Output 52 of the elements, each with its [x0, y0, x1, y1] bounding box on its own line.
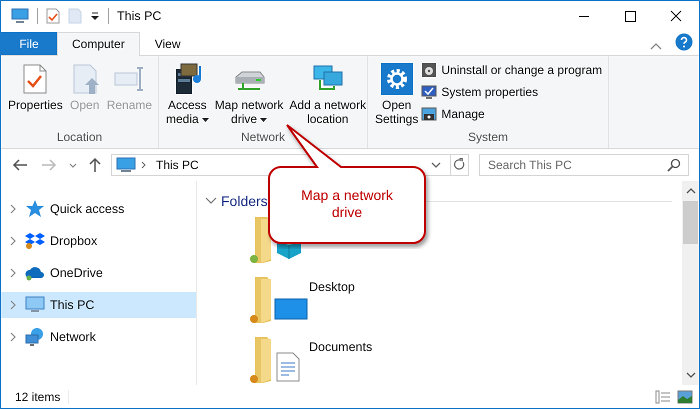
nav-item[interactable]: OneDrive	[1, 260, 196, 286]
collapse-icon[interactable]	[205, 196, 217, 206]
scrollbar-thumb[interactable]	[683, 201, 698, 244]
dropdown-caret-icon	[260, 118, 268, 122]
refresh-button[interactable]	[451, 154, 469, 176]
checklist-icon[interactable]	[46, 8, 60, 24]
file-menu-tab[interactable]: File	[1, 32, 57, 55]
dropbox-icon	[25, 231, 45, 251]
computer-icon[interactable]	[11, 8, 29, 24]
nav-item[interactable]: Network	[1, 324, 196, 350]
nav-item[interactable]: Quick access	[1, 196, 196, 222]
section-title[interactable]: Folders	[221, 193, 268, 209]
folder-name[interactable]: Documents	[309, 340, 372, 354]
ribbon-button[interactable]: System properties	[421, 84, 602, 100]
ribbon-button[interactable]: Open Settings	[372, 61, 422, 128]
monitor-check-icon	[421, 84, 438, 100]
computer-icon	[116, 157, 136, 173]
help-icon[interactable]	[675, 33, 693, 51]
details-view-icon[interactable]	[655, 390, 671, 404]
ribbon-button[interactable]: Manage	[421, 106, 602, 122]
chevron-icon	[140, 160, 148, 170]
disc-drive-icon	[421, 62, 438, 78]
large-icons-view-icon[interactable]	[677, 390, 693, 404]
group-label: Location	[56, 129, 104, 146]
item-count: 12 items	[15, 390, 70, 404]
window-title: This PC	[117, 9, 162, 23]
nav-item[interactable]: Dropbox	[1, 228, 196, 254]
search-icon	[667, 158, 681, 172]
address-path: This PC	[156, 158, 199, 172]
callout-text: Map a network drive	[300, 187, 394, 221]
nav-item[interactable]: This PC	[1, 292, 196, 318]
dropdown-icon	[430, 160, 442, 170]
dropdown-caret-icon	[202, 118, 209, 122]
ribbon-button[interactable]: Map network drive	[212, 61, 286, 128]
star-icon	[25, 199, 45, 219]
dropdown-icon[interactable]	[90, 11, 100, 21]
group-label: System	[466, 129, 509, 146]
network-globe-icon	[25, 327, 45, 347]
scrollbar[interactable]	[682, 181, 699, 385]
search-field[interactable]: Search This PC	[479, 154, 689, 176]
ribbon-button[interactable]: Uninstall or change a program	[421, 62, 602, 78]
ribbon-button[interactable]: Access media	[163, 61, 212, 128]
ribbon-tab[interactable]: View	[140, 32, 196, 55]
computer-icon	[25, 295, 45, 315]
group-label: Network	[240, 129, 286, 146]
manage-icon	[421, 106, 438, 122]
ribbon-tab[interactable]: Computer	[57, 32, 140, 56]
collapse-ribbon-icon[interactable]	[649, 41, 663, 51]
ribbon-button[interactable]: Properties	[5, 61, 66, 128]
ribbon-button[interactable]: Add a network location	[286, 61, 370, 128]
settings-gear-icon	[380, 63, 413, 95]
folder-name[interactable]: Desktop	[309, 280, 355, 294]
